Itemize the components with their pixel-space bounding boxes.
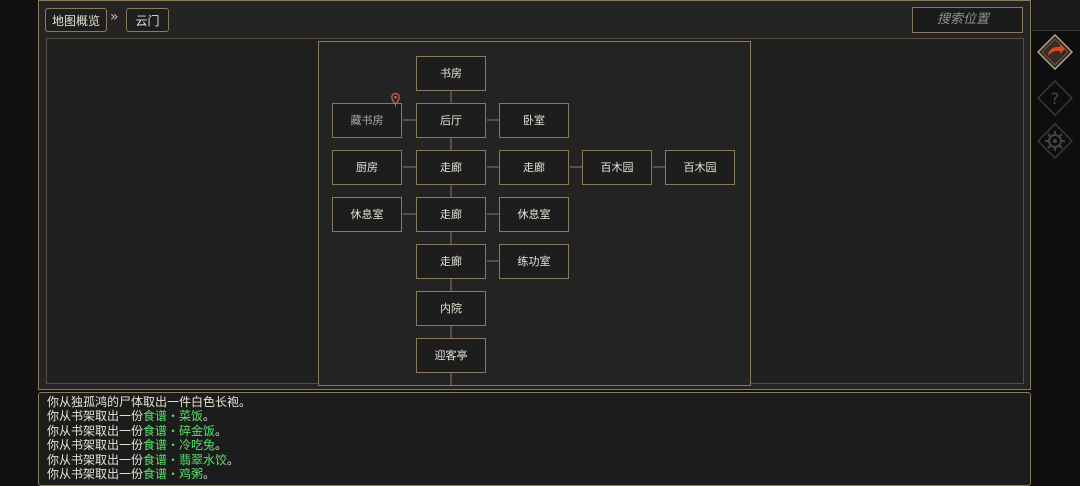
log-line: 你从独孤鸿的尸体取出一件白色长袍。	[47, 395, 252, 409]
room-zoulang-3[interactable]: 走廊	[416, 197, 486, 232]
room-zoulang-2[interactable]: 走廊	[499, 150, 569, 185]
log-line: 你从书架取出一份食谱・碎金饭。	[47, 423, 228, 438]
settings-icon[interactable]	[1037, 123, 1073, 159]
room-cangshufang-current[interactable]: 藏书房	[332, 103, 402, 138]
log-line: 你从书架取出一份食谱・菜饭。	[47, 409, 216, 424]
log-line: 你从书架取出一份食谱・冷吃兔。	[47, 438, 228, 453]
log-line: 你从书架取出一份食谱・翡翠水饺。	[47, 452, 240, 467]
room-shufang[interactable]: 书房	[416, 56, 486, 91]
room-zoulang-1[interactable]: 走廊	[416, 150, 486, 185]
room-xiuxishi-2[interactable]: 休息室	[499, 197, 569, 232]
return-icon[interactable]	[1037, 34, 1073, 70]
item-link: 食谱・翡翠水饺	[143, 452, 228, 467]
message-log: 你从独孤鸿的尸体取出一件白色长袍。 你从书架取出一份食谱・菜饭。 你从书架取出一…	[38, 392, 1031, 486]
room-houting[interactable]: 后厅	[416, 103, 486, 138]
room-chufang[interactable]: 厨房	[332, 150, 402, 185]
log-line: 你从书架取出一份食谱・鸡粥。	[47, 467, 216, 482]
item-link: 食谱・菜饭	[143, 409, 204, 424]
room-yingketing[interactable]: 迎客亭	[416, 338, 486, 373]
room-neiyuan[interactable]: 内院	[416, 291, 486, 326]
room-woshi[interactable]: 卧室	[499, 103, 569, 138]
right-sidebar	[1032, 0, 1080, 486]
sidebar-top-tab	[1032, 0, 1080, 31]
room-baimuyuan-2[interactable]: 百木园	[665, 150, 735, 185]
room-zoulang-4[interactable]: 走廊	[416, 244, 486, 279]
svg-text:?: ?	[1051, 89, 1060, 108]
room-liangongshi[interactable]: 练功室	[499, 244, 569, 279]
location-pin-icon	[391, 93, 400, 107]
item-link: 食谱・碎金饭	[143, 423, 216, 438]
room-xiuxishi-1[interactable]: 休息室	[332, 197, 402, 232]
item-link: 食谱・冷吃兔	[143, 438, 216, 453]
item-link: 食谱・鸡粥	[143, 467, 204, 482]
room-baimuyuan-1[interactable]: 百木园	[582, 150, 652, 185]
help-icon[interactable]: ?	[1037, 80, 1073, 116]
